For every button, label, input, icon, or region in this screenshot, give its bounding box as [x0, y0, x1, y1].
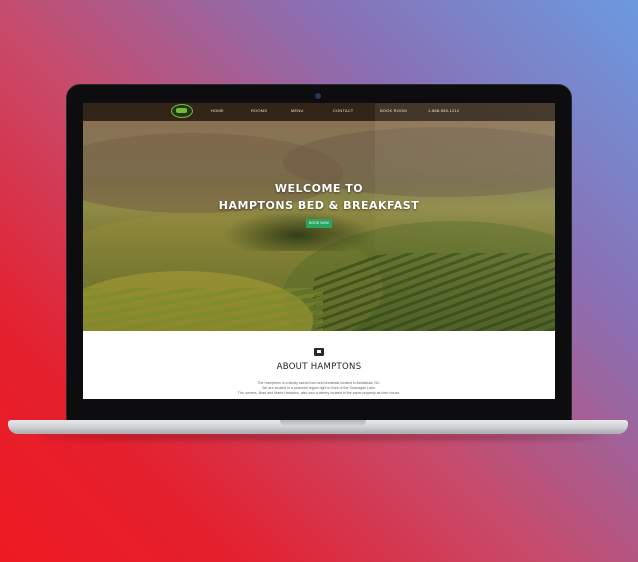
nav-menu[interactable]: MENU — [291, 108, 304, 113]
about-icon — [314, 348, 324, 356]
about-text-line-1: The Hamptons is a family owned bed and b… — [257, 381, 381, 385]
hero-title-line1: WELCOME TO — [274, 182, 364, 195]
nav-phone[interactable]: 1-888-555-1212 — [428, 108, 459, 113]
laptop-base — [8, 420, 628, 434]
nav-contact[interactable]: CONTACT — [333, 108, 353, 113]
about-text-line-2: We are located in a peaceful region righ… — [262, 386, 376, 390]
nav-home[interactable]: HOME — [211, 108, 224, 113]
hero-section: HOME ROOMS MENU CONTACT BOOK ROOM 1-888-… — [83, 103, 555, 371]
logo-icon[interactable] — [171, 104, 193, 118]
laptop-shadow — [40, 434, 600, 440]
field-rows — [83, 288, 323, 333]
laptop-lid: HOME ROOMS MENU CONTACT BOOK ROOM 1-888-… — [66, 84, 572, 422]
hero-title-line2: HAMPTONS BED & BREAKFAST — [218, 199, 420, 212]
tree-cluster — [223, 211, 373, 251]
nav-rooms[interactable]: ROOMS — [251, 108, 267, 113]
lid-notch — [280, 420, 366, 426]
website-screen: HOME ROOMS MENU CONTACT BOOK ROOM 1-888-… — [83, 103, 555, 399]
about-text-line-3: The owners, Brad and Marla Hampton, also… — [237, 391, 401, 395]
book-now-button[interactable]: BOOK NOW — [306, 219, 332, 228]
camera-icon — [315, 93, 321, 99]
vineyard-rows — [313, 253, 555, 333]
nav-book-room[interactable]: BOOK ROOM — [380, 108, 407, 113]
about-title: ABOUT HAMPTONS — [276, 362, 362, 372]
about-section: ABOUT HAMPTONS The Hamptons is a family … — [83, 331, 555, 399]
navbar: HOME ROOMS MENU CONTACT BOOK ROOM 1-888-… — [83, 103, 555, 121]
